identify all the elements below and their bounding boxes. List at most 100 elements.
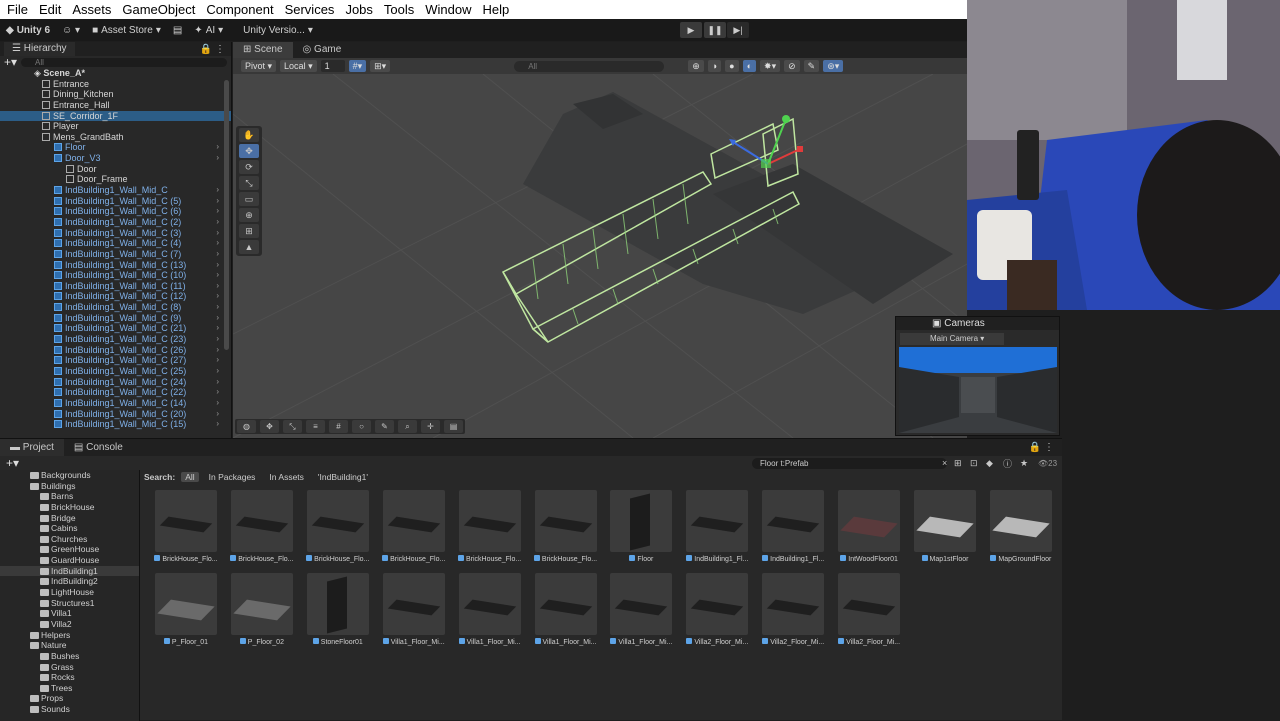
hierarchy-search-input[interactable]: All bbox=[21, 57, 227, 67]
asset-item[interactable]: P_Floor_01 bbox=[152, 573, 220, 651]
hierarchy-item[interactable]: IndBuilding1_Wall_Mid_C (25) › bbox=[0, 366, 231, 377]
move-overlay-button[interactable]: ✥ bbox=[260, 420, 279, 433]
hierarchy-item[interactable]: IndBuilding1_Wall_Mid_C (8) › bbox=[0, 302, 231, 313]
asset-item[interactable]: Villa1_Floor_Mi... bbox=[607, 573, 675, 651]
hierarchy-item[interactable]: SE_Corridor_1F bbox=[0, 110, 231, 122]
hierarchy-item[interactable]: Entrance_Hall bbox=[0, 100, 231, 111]
hierarchy-item[interactable]: IndBuilding1_Wall_Mid_C › bbox=[0, 185, 231, 196]
unity-account-button[interactable]: ◆ Unity 6 bbox=[0, 25, 56, 36]
grid-overlay-button[interactable]: # bbox=[329, 420, 348, 433]
hierarchy-item[interactable]: IndBuilding1_Wall_Mid_C (26) › bbox=[0, 345, 231, 356]
hierarchy-item[interactable]: IndBuilding1_Wall_Mid_C (13) › bbox=[0, 260, 231, 271]
hand-tool-button[interactable]: ✋ bbox=[239, 128, 259, 142]
package-button[interactable]: ▤ bbox=[167, 25, 188, 36]
hierarchy-item[interactable]: Floor › bbox=[0, 142, 231, 153]
camera-tool-button[interactable]: ▲ bbox=[239, 240, 259, 254]
chevron-right-icon[interactable]: › bbox=[216, 196, 219, 207]
chevron-right-icon[interactable]: › bbox=[216, 313, 219, 324]
asset-item[interactable]: Villa1_Floor_Mi... bbox=[380, 573, 448, 651]
chevron-right-icon[interactable]: › bbox=[216, 217, 219, 228]
scope-in-packages[interactable]: In Packages bbox=[205, 472, 260, 482]
hierarchy-item[interactable]: Entrance bbox=[0, 79, 231, 90]
folder-item[interactable]: Bridge bbox=[0, 513, 139, 524]
asset-item[interactable]: Villa2_Floor_Mi... bbox=[683, 573, 751, 651]
folder-item[interactable]: Cabins bbox=[0, 523, 139, 534]
folder-item[interactable]: Nature bbox=[0, 640, 139, 651]
shaded-mode-button[interactable]: ◐ bbox=[742, 60, 757, 72]
hierarchy-scrollbar[interactable] bbox=[224, 80, 229, 350]
asset-item[interactable]: Villa1_Floor_Mi... bbox=[456, 573, 524, 651]
asset-item[interactable]: Villa2_Floor_Mi... bbox=[759, 573, 827, 651]
chevron-right-icon[interactable]: › bbox=[216, 206, 219, 217]
hierarchy-item[interactable]: IndBuilding1_Wall_Mid_C (15) › bbox=[0, 419, 231, 430]
hierarchy-item[interactable]: Door bbox=[0, 164, 231, 175]
folder-item[interactable]: Structures1 bbox=[0, 598, 139, 609]
asset-item[interactable]: IndBuilding1_Fl... bbox=[759, 490, 827, 568]
pivot-toggle[interactable]: Pivot ▾ bbox=[241, 60, 277, 72]
lock-icon[interactable]: 🔒 ⋮ bbox=[200, 44, 231, 55]
filter-type-icon[interactable]: ⊞ bbox=[954, 458, 962, 469]
grid-snap-field[interactable]: 1 bbox=[320, 60, 345, 72]
version-control-button[interactable]: Unity Versio... ▾ bbox=[237, 25, 319, 36]
pause-button[interactable]: ❚❚ bbox=[704, 22, 726, 38]
chevron-right-icon[interactable]: › bbox=[216, 260, 219, 271]
hidden-objects-button[interactable]: ⊘ bbox=[784, 60, 800, 72]
camera-settings-button[interactable]: ✎ bbox=[803, 60, 820, 72]
folder-item[interactable]: Villa2 bbox=[0, 619, 139, 630]
hierarchy-item[interactable]: IndBuilding1_Wall_Mid_C (23) › bbox=[0, 334, 231, 345]
hierarchy-item[interactable]: IndBuilding1_Wall_Mid_C (20) › bbox=[0, 409, 231, 420]
chevron-right-icon[interactable]: › bbox=[216, 270, 219, 281]
hierarchy-item[interactable]: IndBuilding1_Wall_Mid_C (14) › bbox=[0, 398, 231, 409]
asset-item[interactable]: StoneFloor01 bbox=[304, 573, 372, 651]
folder-item[interactable]: BrickHouse bbox=[0, 502, 139, 513]
lighting-toggle[interactable]: ● bbox=[725, 60, 739, 72]
asset-item[interactable]: BrickHouse_Flo... bbox=[380, 490, 448, 568]
draw-mode-button[interactable]: ◑ bbox=[707, 60, 722, 72]
chevron-right-icon[interactable]: › bbox=[216, 398, 219, 409]
tag-icon[interactable]: ◆ bbox=[986, 458, 993, 469]
hierarchy-item[interactable]: Mens_GrandBath bbox=[0, 132, 231, 143]
chevron-right-icon[interactable]: › bbox=[216, 323, 219, 334]
hierarchy-item[interactable]: Door_Frame bbox=[0, 174, 231, 185]
asset-item[interactable]: BrickHouse_Flo... bbox=[152, 490, 220, 568]
hierarchy-item[interactable]: IndBuilding1_Wall_Mid_C (12) › bbox=[0, 291, 231, 302]
chevron-right-icon[interactable]: › bbox=[216, 334, 219, 345]
hierarchy-item[interactable]: IndBuilding1_Wall_Mid_C (24) › bbox=[0, 377, 231, 388]
scale-tool-button[interactable]: ⤡ bbox=[239, 176, 259, 190]
folder-item[interactable]: Trees bbox=[0, 683, 139, 694]
hierarchy-item[interactable]: Player bbox=[0, 121, 231, 132]
ai-button[interactable]: ✦ AI ▾ bbox=[188, 25, 229, 36]
menu-item-help[interactable]: Help bbox=[476, 2, 514, 17]
asset-item[interactable]: IntWoodFloor01 bbox=[835, 490, 903, 568]
add-icon[interactable]: +▾ bbox=[4, 55, 17, 69]
paint-overlay-button[interactable]: ✎ bbox=[375, 420, 394, 433]
hierarchy-item[interactable]: IndBuilding1_Wall_Mid_C (3) › bbox=[0, 228, 231, 239]
scope-folder[interactable]: 'IndBuilding1' bbox=[314, 472, 372, 482]
menu-item-edit[interactable]: Edit bbox=[32, 2, 65, 17]
asset-item[interactable]: BrickHouse_Flo... bbox=[228, 490, 296, 568]
menu-item-gameobject[interactable]: GameObject bbox=[115, 2, 199, 17]
asset-item[interactable]: BrickHouse_Flo... bbox=[456, 490, 524, 568]
tab-hierarchy[interactable]: ☰ Hierarchy bbox=[4, 42, 75, 56]
project-search-input[interactable]: Floor t:Prefab bbox=[752, 457, 947, 469]
menu-item-component[interactable]: Component bbox=[199, 2, 277, 17]
tab-console[interactable]: ▤ Console bbox=[64, 439, 133, 456]
menu-item-jobs[interactable]: Jobs bbox=[338, 2, 376, 17]
grid-toggle-button[interactable]: #▾ bbox=[348, 60, 367, 72]
add-icon[interactable]: +▾ bbox=[6, 456, 19, 470]
asset-item[interactable]: MapGroundFloor bbox=[987, 490, 1055, 568]
rotate-tool-button[interactable]: ⟳ bbox=[239, 160, 259, 174]
rotate-overlay-button[interactable]: ○ bbox=[352, 420, 371, 433]
scope-in-assets[interactable]: In Assets bbox=[265, 472, 308, 482]
hierarchy-item[interactable]: IndBuilding1_Wall_Mid_C (2) › bbox=[0, 217, 231, 228]
folder-item[interactable]: Barns bbox=[0, 491, 139, 502]
menu-item-assets[interactable]: Assets bbox=[65, 2, 115, 17]
search-overlay-button[interactable]: ⌕ bbox=[398, 420, 417, 433]
transform-tool-button[interactable]: ⊕ bbox=[239, 208, 259, 222]
folder-item[interactable]: IndBuilding1 bbox=[0, 565, 139, 577]
folder-item[interactable]: Backgrounds bbox=[0, 470, 139, 481]
folder-item[interactable]: Sounds bbox=[0, 704, 139, 715]
effects-button[interactable]: ✸▾ bbox=[760, 60, 781, 72]
filter-label-icon[interactable]: ⊡ bbox=[970, 458, 978, 469]
layers-overlay-button[interactable]: ▤ bbox=[444, 420, 463, 433]
